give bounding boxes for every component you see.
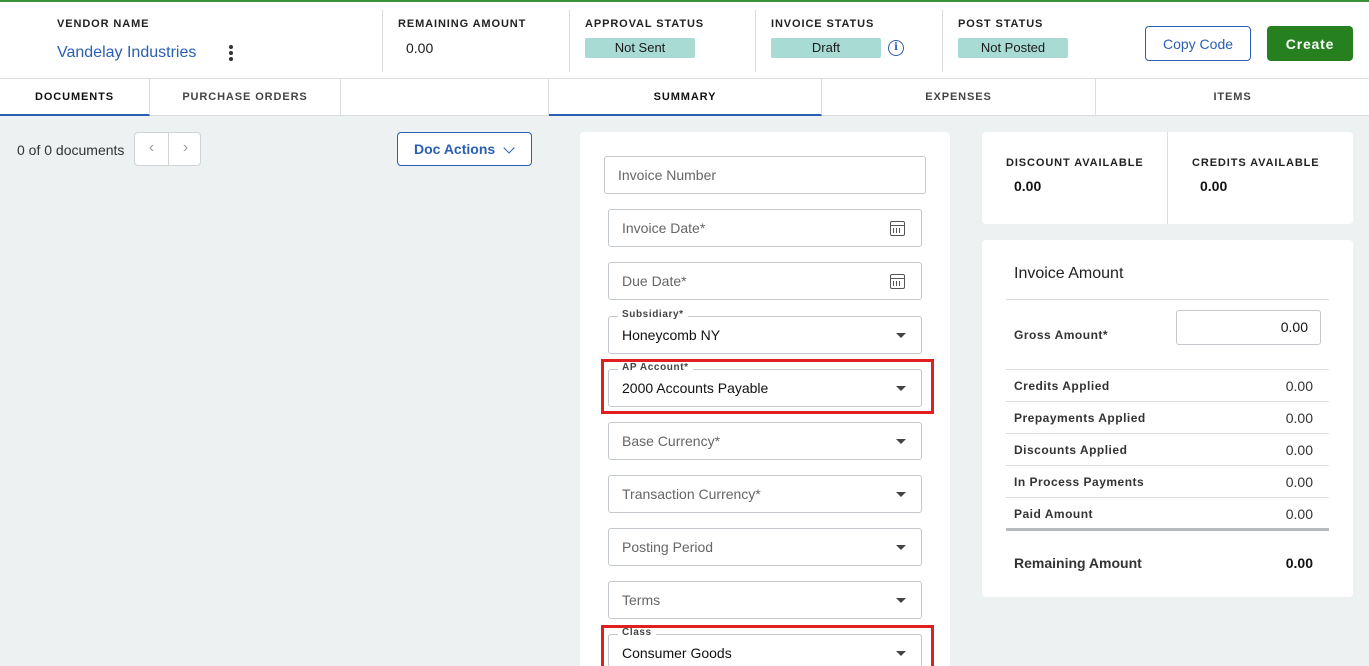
discounts-applied-label: Discounts Applied xyxy=(1014,443,1128,457)
remaining-amount-value: 0.00 xyxy=(406,40,434,56)
remaining-amount-total-label: Remaining Amount xyxy=(1014,555,1142,571)
invoice-date-placeholder: Invoice Date* xyxy=(622,220,706,236)
subsidiary-select[interactable]: Subsidiary* Honeycomb NY xyxy=(608,309,922,354)
card-divider xyxy=(1006,497,1329,498)
invoice-status-badge: Draft xyxy=(771,38,881,58)
paid-amount-value: 0.00 xyxy=(1285,506,1313,522)
remaining-amount-label: REMAINING AMOUNT xyxy=(398,18,527,30)
availability-card: DISCOUNT AVAILABLE 0.00 CREDITS AVAILABL… xyxy=(982,132,1353,224)
paid-amount-label: Paid Amount xyxy=(1014,507,1094,521)
approval-status-label: APPROVAL STATUS xyxy=(585,18,705,30)
gross-amount-label: Gross Amount* xyxy=(1014,328,1109,342)
dropdown-caret-icon xyxy=(896,439,906,444)
copy-code-button[interactable]: Copy Code xyxy=(1145,26,1251,61)
terms-placeholder: Terms xyxy=(622,592,661,608)
remaining-amount-section: REMAINING AMOUNT 0.00 xyxy=(398,10,558,72)
subsidiary-value: Honeycomb NY xyxy=(622,327,721,343)
invoice-amount-card: Invoice Amount Gross Amount* 0.00 Credit… xyxy=(982,240,1353,597)
discount-available-value: 0.00 xyxy=(1014,178,1042,194)
invoice-status-label: INVOICE STATUS xyxy=(771,18,875,30)
vendor-more-menu-icon[interactable] xyxy=(228,45,234,63)
card-divider xyxy=(1006,433,1329,434)
doc-actions-button[interactable]: Doc Actions xyxy=(397,132,532,166)
transaction-currency-placeholder: Transaction Currency* xyxy=(622,486,761,502)
post-status-badge: Not Posted xyxy=(958,38,1068,58)
invoice-date-field[interactable]: Invoice Date* xyxy=(608,209,922,247)
card-divider xyxy=(1006,401,1329,402)
document-count: 0 of 0 documents xyxy=(17,142,125,158)
credits-applied-label: Credits Applied xyxy=(1014,379,1110,393)
transaction-currency-select[interactable]: Transaction Currency* xyxy=(608,475,922,513)
calendar-icon[interactable] xyxy=(890,221,905,236)
prepayments-applied-label: Prepayments Applied xyxy=(1014,411,1146,425)
next-document-button[interactable]: › xyxy=(169,133,202,165)
tab-purchase-orders[interactable]: PURCHASE ORDERS xyxy=(150,79,341,116)
invoice-amount-title: Invoice Amount xyxy=(1014,265,1124,282)
header-divider xyxy=(569,10,570,72)
discount-available-label: DISCOUNT AVAILABLE xyxy=(1006,157,1144,169)
tab-documents[interactable]: DOCUMENTS xyxy=(0,79,150,116)
prepayments-applied-value: 0.00 xyxy=(1285,410,1313,426)
due-date-field[interactable]: Due Date* xyxy=(608,262,922,300)
dropdown-caret-icon xyxy=(896,598,906,603)
credits-available-value: 0.00 xyxy=(1200,178,1228,194)
header-divider xyxy=(382,10,383,72)
doc-actions-label: Doc Actions xyxy=(414,141,496,157)
tab-bar: DOCUMENTS PURCHASE ORDERS SUMMARY EXPENS… xyxy=(0,79,1369,116)
header-divider xyxy=(755,10,756,72)
gross-amount-input[interactable]: 0.00 xyxy=(1176,310,1321,345)
discounts-applied-value: 0.00 xyxy=(1285,442,1313,458)
subsidiary-label: Subsidiary* xyxy=(618,309,688,320)
invoice-header: VENDOR NAME Vandelay Industries REMAININ… xyxy=(0,0,1369,79)
card-divider xyxy=(1006,299,1329,300)
approval-status-badge: Not Sent xyxy=(585,38,695,58)
invoice-status-section: INVOICE STATUS Draft i xyxy=(771,10,931,72)
posting-period-select[interactable]: Posting Period xyxy=(608,528,922,566)
post-status-label: POST STATUS xyxy=(958,18,1044,30)
tab-summary[interactable]: SUMMARY xyxy=(549,79,822,116)
invoice-number-placeholder: Invoice Number xyxy=(618,167,717,183)
info-icon[interactable]: i xyxy=(888,40,904,56)
post-status-section: POST STATUS Not Posted xyxy=(958,10,1118,72)
header-divider xyxy=(942,10,943,72)
dropdown-caret-icon xyxy=(896,545,906,550)
invoice-number-field[interactable]: Invoice Number xyxy=(604,156,926,194)
tab-expenses[interactable]: EXPENSES xyxy=(822,79,1096,116)
due-date-placeholder: Due Date* xyxy=(622,273,687,289)
credits-applied-value: 0.00 xyxy=(1285,378,1313,394)
terms-select[interactable]: Terms xyxy=(608,581,922,619)
base-currency-select[interactable]: Base Currency* xyxy=(608,422,922,460)
posting-period-placeholder: Posting Period xyxy=(622,539,714,555)
base-currency-placeholder: Base Currency* xyxy=(622,433,721,449)
tab-spacer xyxy=(341,79,549,116)
create-button[interactable]: Create xyxy=(1267,26,1353,61)
chevron-down-icon xyxy=(503,142,515,154)
calendar-icon[interactable] xyxy=(890,274,905,289)
dropdown-caret-icon xyxy=(896,492,906,497)
remaining-amount-total-value: 0.00 xyxy=(1285,555,1313,571)
card-divider xyxy=(1006,465,1329,466)
vendor-section: VENDOR NAME Vandelay Industries xyxy=(57,10,357,72)
prev-document-button[interactable]: ‹ xyxy=(135,133,168,165)
tab-items[interactable]: ITEMS xyxy=(1096,79,1369,116)
card-divider xyxy=(1006,369,1329,370)
credits-available-label: CREDITS AVAILABLE xyxy=(1192,157,1320,169)
total-divider xyxy=(1006,528,1329,531)
card-divider xyxy=(1167,132,1168,224)
dropdown-caret-icon xyxy=(896,333,906,338)
vendor-name-label: VENDOR NAME xyxy=(57,18,150,30)
class-highlight xyxy=(601,625,934,666)
in-process-payments-label: In Process Payments xyxy=(1014,475,1145,489)
approval-status-section: APPROVAL STATUS Not Sent xyxy=(585,10,745,72)
in-process-payments-value: 0.00 xyxy=(1285,474,1313,490)
ap-account-highlight xyxy=(601,359,934,414)
document-pager: ‹ › xyxy=(134,132,201,166)
vendor-name-link[interactable]: Vandelay Industries xyxy=(57,44,196,62)
